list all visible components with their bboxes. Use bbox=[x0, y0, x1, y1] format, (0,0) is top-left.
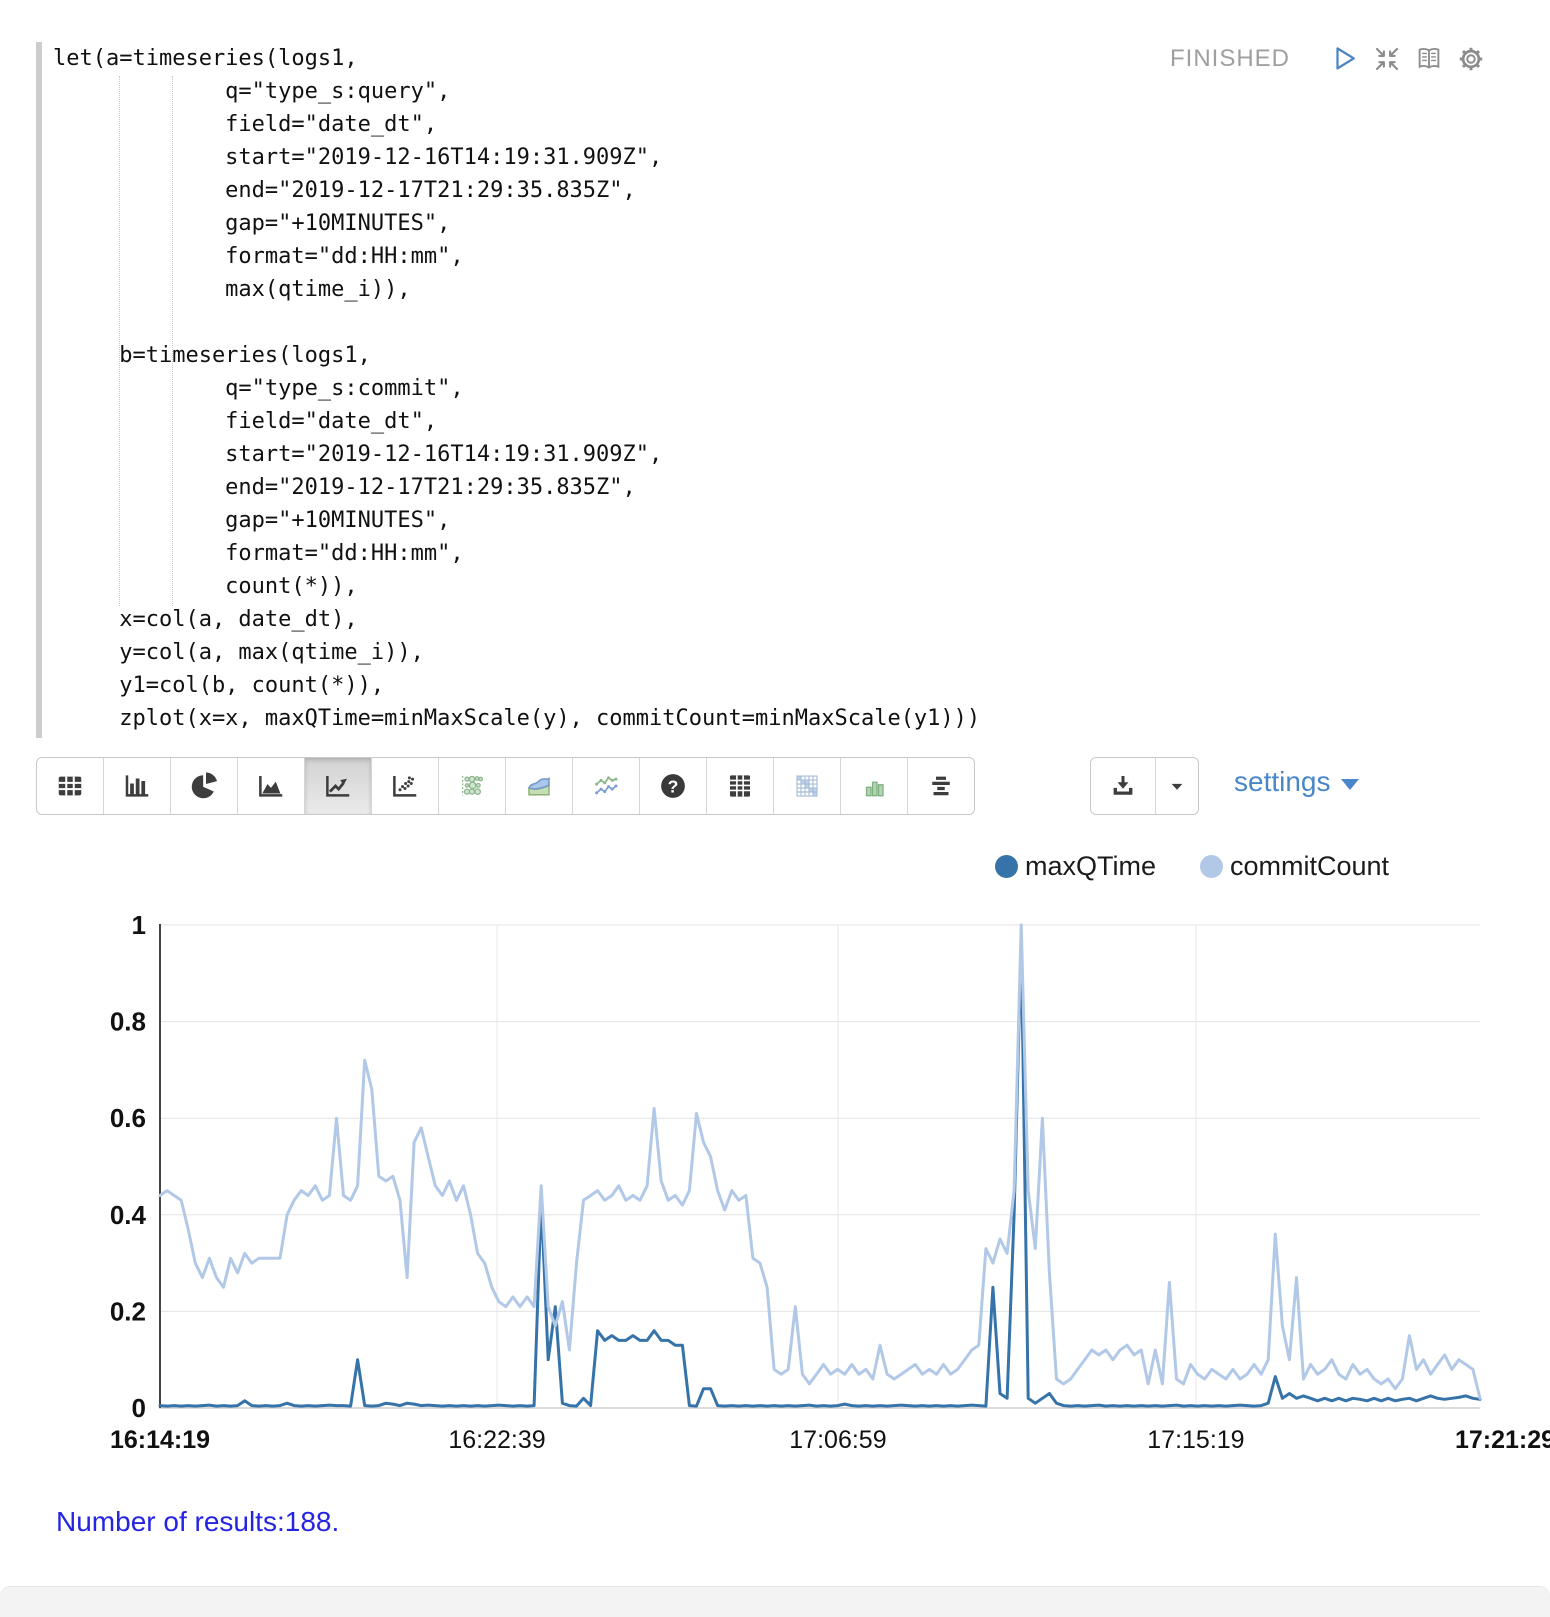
run-paragraph-button[interactable] bbox=[1330, 44, 1360, 74]
legend-item-maxqtime[interactable]: maxQTime bbox=[995, 851, 1156, 882]
results-count-text: Number of results:188. bbox=[56, 1506, 339, 1538]
heatmap-icon bbox=[792, 771, 822, 801]
x-tick-label: 17:06:59 bbox=[789, 1426, 886, 1454]
chart-settings-toggle[interactable]: settings bbox=[1234, 766, 1359, 798]
chart-type-bubble-button[interactable] bbox=[438, 758, 505, 814]
play-icon bbox=[1330, 44, 1360, 74]
next-paragraph-edge bbox=[0, 1586, 1550, 1617]
chart-type-centered-bar-button[interactable] bbox=[907, 758, 974, 814]
y-tick-label: 1 bbox=[132, 910, 146, 940]
chart-type-scatter-button[interactable] bbox=[371, 758, 438, 814]
centered-bar-icon bbox=[926, 771, 956, 801]
y-tick-label: 0 bbox=[132, 1393, 146, 1423]
collapse-paragraph-button[interactable] bbox=[1372, 44, 1402, 74]
svg-text:?: ? bbox=[668, 776, 679, 796]
chart-type-pivot-button[interactable] bbox=[706, 758, 773, 814]
bubble-chart-icon bbox=[457, 771, 487, 801]
grouped-bar-icon bbox=[859, 771, 889, 801]
chart-type-area-button[interactable] bbox=[237, 758, 304, 814]
commitcount-legend-label: commitCount bbox=[1230, 851, 1389, 882]
code-editor[interactable]: let(a=timeseries(logs1, q="type_s:query"… bbox=[53, 42, 980, 735]
table-icon bbox=[55, 771, 85, 801]
gear-icon bbox=[1456, 44, 1486, 74]
pivot-table-icon bbox=[725, 771, 755, 801]
scatter-chart-icon bbox=[390, 771, 420, 801]
chart-type-grouped-bar-button[interactable] bbox=[840, 758, 907, 814]
x-tick-label: 17:15:19 bbox=[1147, 1426, 1244, 1454]
area-chart-icon bbox=[256, 771, 286, 801]
x-tick-label: 16:22:39 bbox=[448, 1426, 545, 1454]
report-view-button[interactable] bbox=[1414, 44, 1444, 74]
chart-type-heatmap-button[interactable] bbox=[773, 758, 840, 814]
x-tick-label: 16:14:19 bbox=[110, 1426, 210, 1454]
chart-type-pie-button[interactable] bbox=[170, 758, 237, 814]
pie-chart-icon bbox=[189, 771, 219, 801]
maxqtime-legend-dot bbox=[995, 855, 1018, 878]
paragraph-status-row: FINISHED bbox=[1170, 44, 1486, 74]
stacked-area-icon bbox=[524, 771, 554, 801]
editor-gutter-bar bbox=[36, 42, 42, 738]
chart-legend: maxQTime commitCount bbox=[995, 851, 1433, 882]
caret-down-icon bbox=[1164, 773, 1190, 799]
chart-help-button[interactable]: ? bbox=[639, 758, 706, 814]
spark-line-icon bbox=[591, 771, 621, 801]
book-icon bbox=[1414, 44, 1444, 74]
commitcount-line bbox=[160, 925, 1480, 1398]
paragraph-status: FINISHED bbox=[1170, 45, 1290, 73]
y-tick-label: 0.8 bbox=[110, 1007, 146, 1037]
y-tick-label: 0.2 bbox=[110, 1296, 146, 1326]
line-chart-icon bbox=[323, 771, 353, 801]
chart-type-bar-button[interactable] bbox=[103, 758, 170, 814]
commitcount-legend-dot bbox=[1200, 855, 1223, 878]
chart-type-toolbar: ? bbox=[36, 757, 975, 815]
line-chart: 1 0.8 0.6 0.4 0.2 0 16:14:19 16:22:39 17:06:59 17… bbox=[0, 850, 1550, 1490]
legend-item-commitcount[interactable]: commitCount bbox=[1200, 851, 1389, 882]
maxqtime-legend-label: maxQTime bbox=[1025, 851, 1156, 882]
y-tick-label: 0.6 bbox=[110, 1103, 146, 1133]
chart-type-line-button[interactable] bbox=[304, 758, 371, 814]
bar-chart-icon bbox=[122, 771, 152, 801]
settings-label: settings bbox=[1234, 766, 1331, 798]
download-options-button[interactable] bbox=[1155, 758, 1198, 814]
caret-down-icon bbox=[1341, 779, 1359, 790]
help-icon: ? bbox=[658, 771, 688, 801]
chart-type-table-button[interactable] bbox=[37, 758, 103, 814]
download-data-button[interactable] bbox=[1091, 758, 1155, 814]
chart-type-spark-line-button[interactable] bbox=[572, 758, 639, 814]
download-icon bbox=[1108, 771, 1138, 801]
paragraph-settings-button[interactable] bbox=[1456, 44, 1486, 74]
chart-type-stacked-area-button[interactable] bbox=[505, 758, 572, 814]
x-tick-label: 17:21:29 bbox=[1455, 1426, 1550, 1454]
export-button-group bbox=[1090, 757, 1199, 815]
compress-icon bbox=[1372, 44, 1402, 74]
y-tick-label: 0.4 bbox=[110, 1200, 147, 1230]
